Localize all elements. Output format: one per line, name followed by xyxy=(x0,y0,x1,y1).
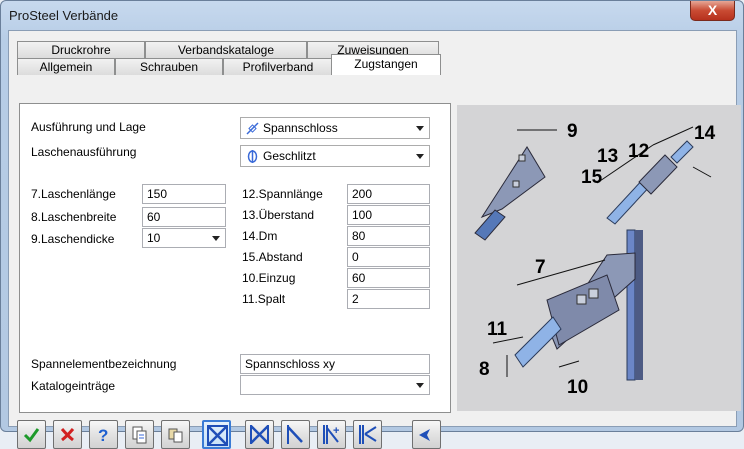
chevron-down-icon xyxy=(212,236,220,241)
spannlaenge-label: 12.Spannlänge xyxy=(242,187,323,201)
zugstangen-panel: Ausführung und Lage Laschenausführung Sp… xyxy=(19,103,451,413)
spannelementbezeichnung-input[interactable]: Spannschloss xy xyxy=(240,354,430,374)
chevron-down-icon xyxy=(416,383,424,388)
katalogeintraege-label: Katalogeinträge xyxy=(31,379,116,393)
spannschloss-icon xyxy=(246,122,259,135)
spalt-label: 11.Spalt xyxy=(242,292,286,306)
laschenausfuehrung-label: Laschenausführung xyxy=(31,145,137,159)
abstand-label: 15.Abstand xyxy=(242,250,303,264)
laschenlaenge-label: 7.Laschenlänge xyxy=(31,187,116,201)
chevron-down-icon xyxy=(416,126,424,131)
ueberstand-input[interactable]: 100 xyxy=(347,205,430,225)
label-11: 11 xyxy=(487,319,508,340)
laschenbreite-label: 8.Laschenbreite xyxy=(31,210,117,224)
label-15: 15 xyxy=(581,167,603,188)
label-10: 10 xyxy=(567,377,588,398)
laschenausfuehrung-value: Geschlitzt xyxy=(263,149,316,163)
laschenbreite-input[interactable]: 60 xyxy=(142,207,226,227)
katalogeintraege-dropdown[interactable] xyxy=(240,375,430,395)
ausfuehrung-dropdown[interactable]: Spannschloss xyxy=(240,117,430,139)
laschenausfuehrung-dropdown[interactable]: Geschlitzt xyxy=(240,145,430,167)
tab-zugstangen[interactable]: Zugstangen xyxy=(331,54,441,75)
label-14: 14 xyxy=(694,123,716,144)
label-7: 7 xyxy=(535,257,546,278)
chevron-down-icon xyxy=(416,154,424,159)
ausfuehrung-value: Spannschloss xyxy=(263,121,338,135)
spannlaenge-input[interactable]: 200 xyxy=(347,184,430,204)
ausfuehrung-label: Ausführung und Lage xyxy=(31,120,146,134)
spannelementbezeichnung-label: Spannelementbezeichnung xyxy=(31,357,177,371)
label-9: 9 xyxy=(567,121,578,142)
dm-label: 14.Dm xyxy=(242,229,278,243)
label-8: 8 xyxy=(479,359,490,380)
label-13: 13 xyxy=(597,146,618,167)
laschendicke-label: 9.Laschendicke xyxy=(31,232,115,246)
laschenlaenge-input[interactable]: 150 xyxy=(142,184,226,204)
abstand-input[interactable]: 0 xyxy=(347,247,430,267)
laschendicke-dropdown[interactable]: 10 xyxy=(142,228,226,248)
zugstangen-diagram: 9 13 12 14 15 7 11 8 10 xyxy=(457,105,741,411)
laschendicke-value: 10 xyxy=(147,231,161,245)
einzug-input[interactable]: 60 xyxy=(347,268,430,288)
geschlitzt-icon xyxy=(247,150,258,163)
dm-input[interactable]: 80 xyxy=(347,226,430,246)
ueberstand-label: 13.Überstand xyxy=(242,208,315,222)
spalt-input[interactable]: 2 xyxy=(347,289,430,309)
einzug-label: 10.Einzug xyxy=(242,271,296,285)
label-12: 12 xyxy=(628,141,649,162)
